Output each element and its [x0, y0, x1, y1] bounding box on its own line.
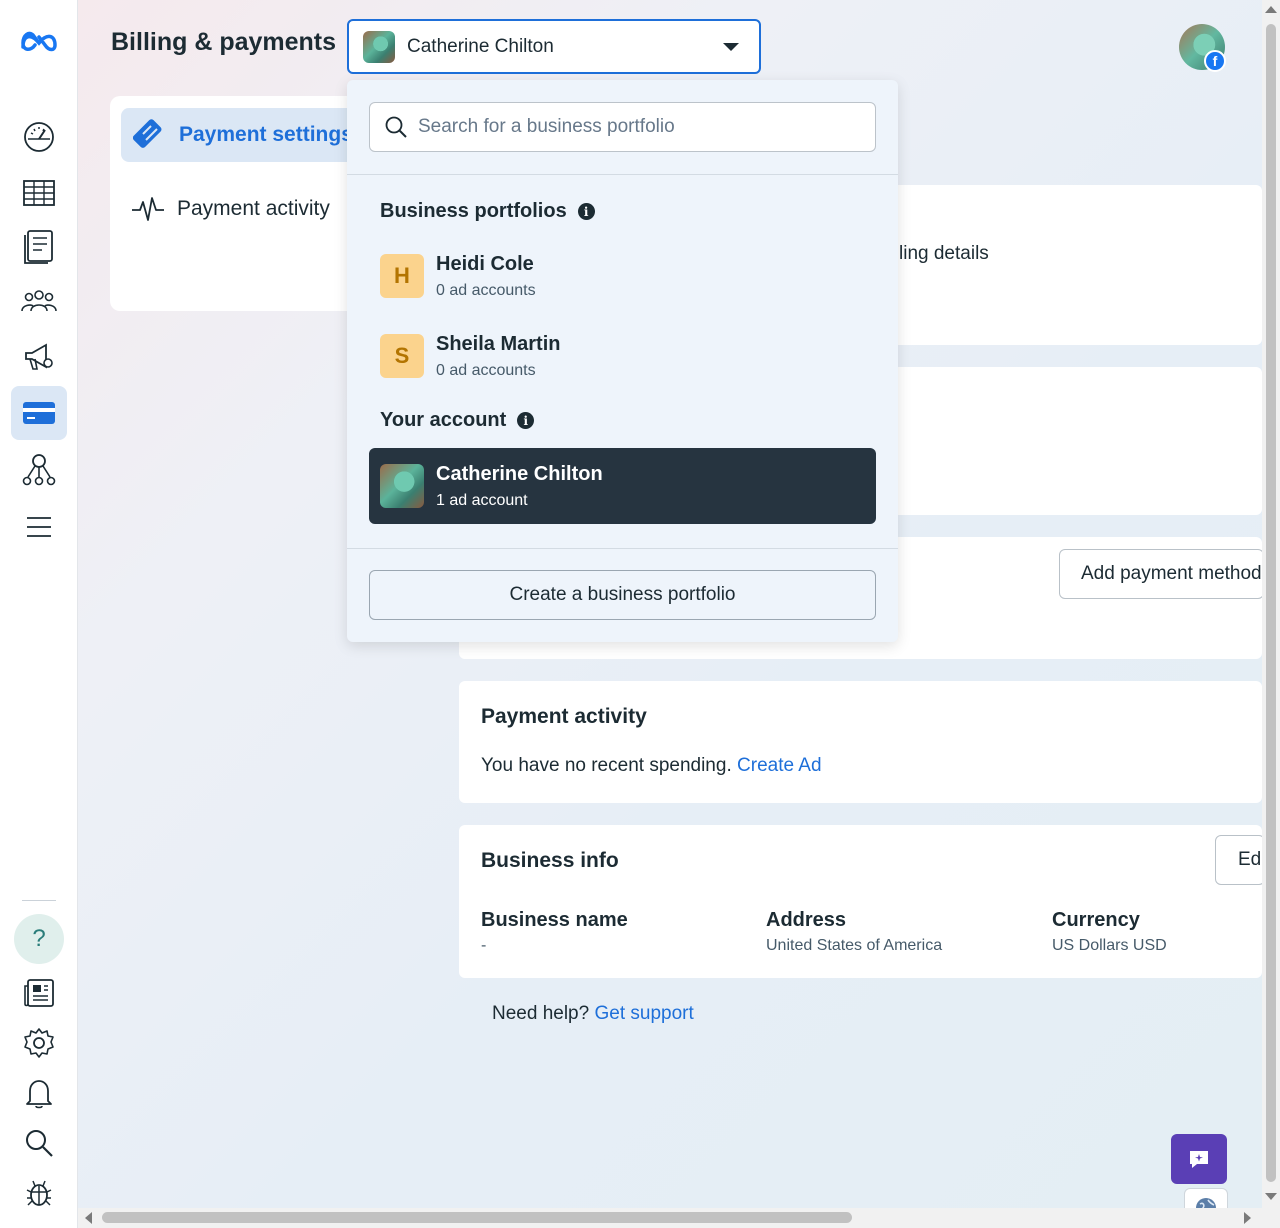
need-help-text: Need help? — [492, 1003, 590, 1024]
billing-details-card — [880, 185, 1262, 345]
audience-icon[interactable] — [11, 274, 67, 328]
portfolio-name: Sheila Martin — [436, 332, 561, 355]
dropdown-divider — [347, 174, 898, 175]
no-spending-text: You have no recent spending. — [481, 755, 732, 776]
pages-icon[interactable] — [11, 220, 67, 274]
facebook-icon: f — [1204, 50, 1226, 72]
chat-button[interactable] — [1171, 1134, 1227, 1184]
scroll-left-arrow[interactable] — [85, 1212, 92, 1224]
create-ad-link[interactable]: Create Ad — [737, 755, 822, 776]
table-icon[interactable] — [11, 166, 67, 220]
portfolio-search-input[interactable] — [418, 116, 858, 138]
your-account-heading: Your account i — [380, 409, 535, 432]
billing-details-text: billing details — [888, 243, 989, 264]
page-title: Billing & payments — [111, 28, 337, 56]
bell-icon[interactable] — [11, 1066, 67, 1120]
get-support-link[interactable]: Get support — [594, 1003, 693, 1024]
scroll-down-arrow[interactable] — [1265, 1193, 1277, 1200]
edit-button[interactable]: Edit — [1215, 835, 1265, 885]
portfolio-avatar: S — [380, 334, 424, 378]
portfolio-avatar: H — [380, 254, 424, 298]
news-icon[interactable] — [11, 966, 67, 1020]
portfolios-heading: Business portfolios i — [380, 200, 595, 223]
search-icon — [385, 116, 407, 138]
scroll-up-arrow[interactable] — [1265, 6, 1277, 13]
nav-payment-settings[interactable]: Payment settings — [121, 108, 361, 162]
search-icon[interactable] — [11, 1116, 67, 1170]
nav-label: Payment activity — [177, 197, 330, 220]
currency-value: US Dollars USD — [1052, 937, 1167, 954]
business-portfolio-dropdown: Business portfolios i H Heidi Cole 0 ad … — [347, 80, 898, 642]
portfolios-heading-text: Business portfolios — [380, 200, 567, 222]
portfolio-name: Heidi Cole — [436, 252, 534, 275]
create-business-portfolio-button[interactable]: Create a business portfolio — [369, 570, 876, 620]
account-selector[interactable]: Catherine Chilton — [347, 19, 761, 74]
scroll-right-arrow[interactable] — [1244, 1212, 1251, 1224]
campaign-icon[interactable] — [11, 330, 67, 384]
hierarchy-icon[interactable] — [11, 442, 67, 496]
settings-icon[interactable] — [11, 1016, 67, 1070]
account-selector-label: Catherine Chilton — [407, 35, 554, 57]
portfolio-search[interactable] — [369, 102, 876, 152]
address-label: Address — [766, 909, 847, 931]
account-ad-count: 1 ad account — [436, 491, 528, 509]
bug-icon[interactable] — [11, 1166, 67, 1220]
left-rail: ? — [0, 0, 78, 1228]
meta-logo-icon[interactable] — [11, 14, 67, 68]
your-account-heading-text: Your account — [380, 409, 507, 431]
nav-label: Payment settings — [179, 123, 353, 146]
payment-settings-icon — [133, 119, 162, 148]
info-icon[interactable]: i — [577, 203, 595, 220]
account-item-catherine-chilton[interactable]: Catherine Chilton 1 ad account — [369, 448, 876, 524]
account-name: Catherine Chilton — [436, 462, 603, 485]
dropdown-divider — [347, 548, 898, 549]
business-info-title: Business info — [481, 849, 619, 872]
chat-icon — [1190, 1151, 1208, 1168]
address-value: United States of America — [766, 937, 943, 954]
dashboard-icon[interactable] — [11, 110, 67, 164]
billing-icon[interactable] — [11, 386, 67, 440]
account-avatar — [363, 30, 395, 63]
business-info-card: Business info Edit Business name - Addre… — [459, 825, 1265, 978]
help-line: Need help? Get support — [492, 1003, 694, 1025]
business-name-value: - — [481, 937, 487, 954]
currency-label: Currency — [1052, 909, 1140, 931]
portfolio-ad-count: 0 ad accounts — [436, 281, 536, 299]
rail-divider — [22, 900, 56, 901]
menu-icon[interactable] — [11, 500, 67, 554]
portfolio-ad-count: 0 ad accounts — [436, 361, 536, 379]
activity-icon — [132, 197, 164, 221]
add-payment-method-button[interactable]: Add payment method — [1059, 549, 1264, 599]
account-avatar — [380, 464, 424, 508]
info-icon[interactable]: i — [517, 412, 535, 429]
business-name-label: Business name — [481, 909, 628, 931]
chevron-down-icon — [723, 43, 739, 51]
payment-activity-card: Payment activity You have no recent spen… — [459, 681, 1262, 803]
vertical-scroll-thumb[interactable] — [1266, 24, 1276, 1182]
payment-activity-title: Payment activity — [481, 705, 647, 728]
card-placeholder — [880, 367, 1262, 515]
portfolio-item-heidi-cole[interactable]: H Heidi Cole 0 ad accounts — [369, 238, 876, 314]
help-icon[interactable]: ? — [14, 914, 64, 964]
nav-payment-activity[interactable]: Payment activity — [131, 194, 330, 224]
horizontal-scroll-thumb[interactable] — [102, 1212, 852, 1223]
portfolio-item-sheila-martin[interactable]: S Sheila Martin 0 ad accounts — [369, 318, 876, 394]
